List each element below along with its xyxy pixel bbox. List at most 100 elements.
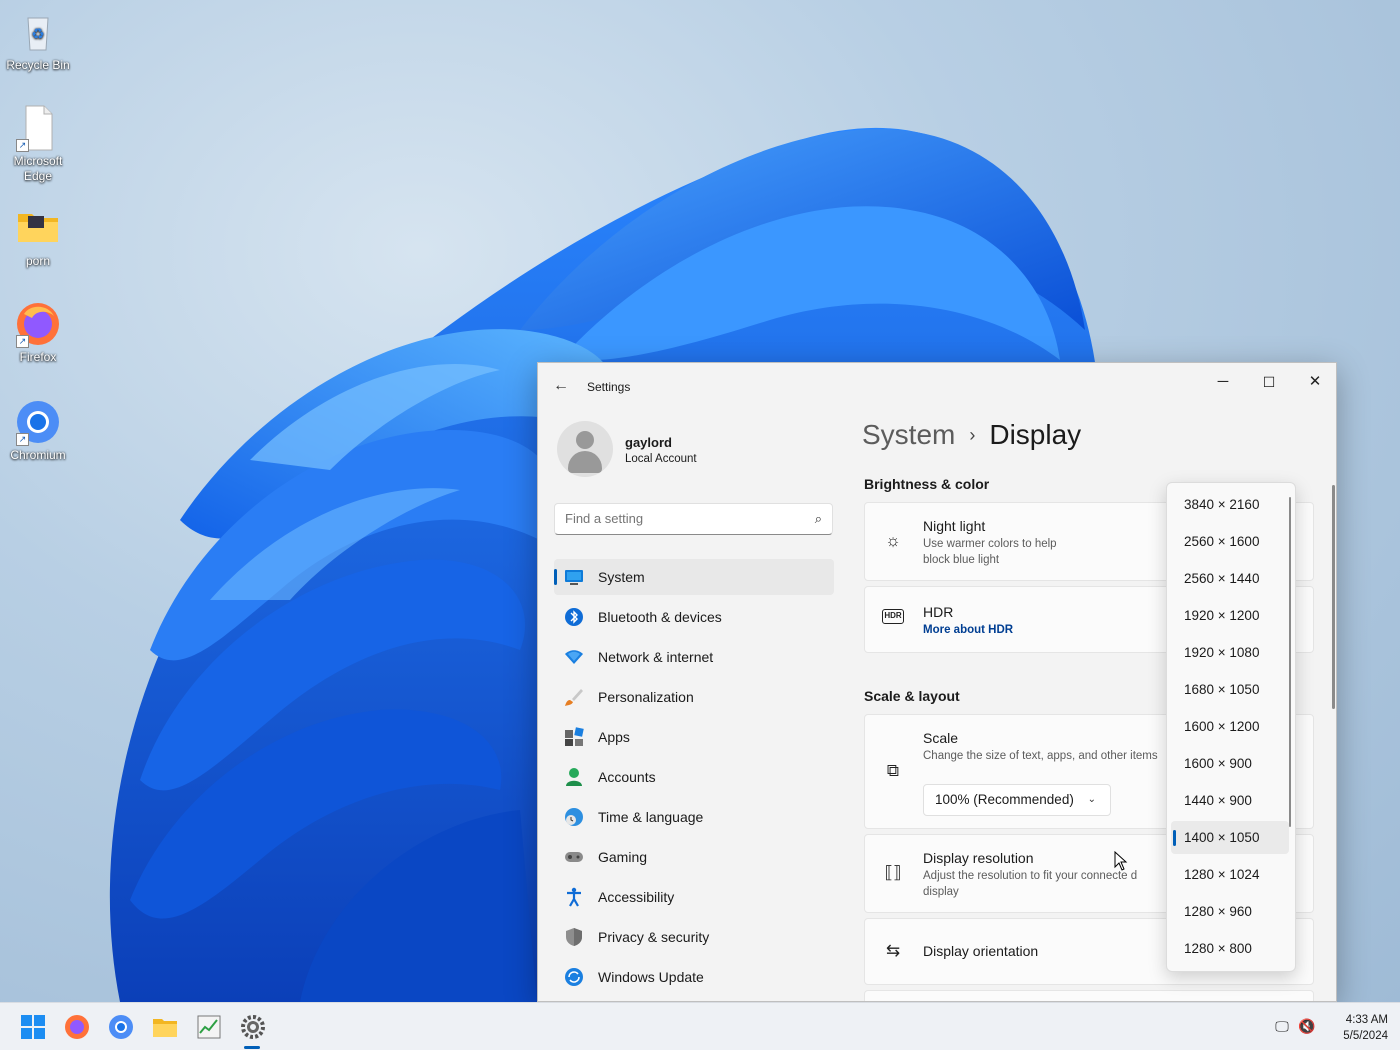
start-icon[interactable] — [19, 1013, 47, 1041]
more-about-hdr-link[interactable]: More about HDR — [923, 624, 1013, 636]
svg-text:♻: ♻ — [31, 25, 44, 43]
title-bar[interactable]: ← Settings ─ ☐ ✕ — [538, 363, 1336, 411]
mouse-cursor-icon — [1114, 851, 1128, 871]
chromium-icon[interactable] — [107, 1013, 135, 1041]
scrollbar[interactable] — [1332, 485, 1335, 709]
sidebar-item-personalization[interactable]: Personalization — [554, 679, 834, 715]
network-monitor-icon[interactable]: 🖵 — [1272, 1018, 1292, 1036]
search-box[interactable]: ⌕ — [554, 503, 833, 535]
sidebar-item-label: Personalization — [598, 689, 694, 705]
breadcrumb-parent[interactable]: System — [862, 419, 955, 450]
taskbar: 🖵 🔇 4:33 AM 5/5/2024 — [0, 1002, 1400, 1050]
clock-date: 5/5/2024 — [1343, 1030, 1388, 1042]
page-title: Display — [989, 419, 1082, 450]
night-light-subtitle: Use warmer colors to help block blue lig… — [923, 538, 1057, 566]
sidebar-item-label: Bluetooth & devices — [598, 609, 722, 625]
wifi-icon — [564, 647, 584, 667]
sidebar-item-windows-update[interactable]: Windows Update — [554, 959, 834, 995]
file-explorer-icon[interactable] — [151, 1013, 179, 1041]
resolution-option-selected[interactable]: 1400 × 1050 — [1171, 821, 1289, 854]
resolution-option[interactable]: 1920 × 1200 — [1171, 599, 1289, 632]
avatar[interactable] — [557, 421, 613, 477]
resolution-option[interactable]: 1280 × 960 — [1171, 895, 1289, 928]
desktop-icon-label: Chromium — [10, 448, 66, 462]
sidebar-item-label: System — [598, 569, 645, 585]
brush-icon — [564, 687, 584, 707]
search-input[interactable] — [565, 511, 795, 526]
firefox-icon[interactable] — [63, 1013, 91, 1041]
search-icon[interactable]: ⌕ — [815, 511, 822, 527]
resolution-option[interactable]: 1600 × 900 — [1171, 747, 1289, 780]
update-icon — [564, 967, 584, 987]
resolution-option[interactable]: 1920 × 1080 — [1171, 636, 1289, 669]
desktop-icon-porn[interactable]: porn — [0, 204, 76, 269]
scale-icon: ⧉ — [886, 761, 900, 780]
section-heading-scale-layout: Scale & layout — [864, 688, 960, 704]
speaker-muted-icon[interactable]: 🔇 — [1297, 1018, 1317, 1036]
night-light-title: Night light — [923, 518, 986, 534]
account-type: Local Account — [625, 453, 697, 465]
apps-icon — [564, 727, 584, 747]
hdr-title: HDR — [923, 604, 954, 620]
gamepad-icon — [564, 847, 584, 867]
sidebar-item-gaming[interactable]: Gaming — [554, 839, 834, 875]
desktop-icon-firefox[interactable]: ↗ Firefox — [0, 300, 76, 365]
sidebar-item-bluetooth[interactable]: Bluetooth & devices — [554, 599, 834, 635]
sidebar-item-apps[interactable]: Apps — [554, 719, 834, 755]
resolution-option[interactable]: 1440 × 900 — [1171, 784, 1289, 817]
sidebar-item-time-language[interactable]: Time & language — [554, 799, 834, 835]
sidebar-item-system[interactable]: System — [554, 559, 834, 595]
desktop-icon-recycle-bin[interactable]: ♻ Recycle Bin — [0, 8, 76, 73]
shortcut-arrow-icon: ↗ — [16, 139, 29, 152]
sidebar-item-label: Privacy & security — [598, 929, 710, 945]
monitor-icon — [564, 567, 584, 587]
display-resolution-subtitle: Adjust the resolution to fit your connec… — [923, 870, 1138, 898]
sidebar-item-accounts[interactable]: Accounts — [554, 759, 834, 795]
resolution-option[interactable]: 2560 × 1600 — [1171, 525, 1289, 558]
resolution-option[interactable]: 1280 × 800 — [1171, 932, 1289, 965]
taskbar-clock[interactable]: 4:33 AM 5/5/2024 — [1328, 1012, 1388, 1044]
back-arrow-icon[interactable]: ← — [550, 375, 572, 397]
accessibility-icon — [564, 887, 584, 907]
sidebar-item-privacy[interactable]: Privacy & security — [554, 919, 834, 955]
scale-dropdown[interactable]: 100% (Recommended) ⌄ — [923, 784, 1111, 816]
sidebar-item-label: Network & internet — [598, 649, 714, 665]
sidebar-nav: System Bluetooth & devices Network & int… — [554, 559, 834, 999]
maximize-button[interactable]: ☐ — [1246, 367, 1292, 399]
sidebar-item-label: Accounts — [598, 769, 656, 785]
chevron-down-icon: ⌄ — [1087, 794, 1096, 805]
list-scrollbar[interactable] — [1289, 497, 1291, 827]
resolution-option[interactable]: 2560 × 1440 — [1171, 562, 1289, 595]
window-title: Settings — [587, 380, 631, 394]
desktop-icon-label: Firefox — [19, 350, 57, 364]
next-card[interactable] — [864, 990, 1314, 1001]
orientation-icon: ⇆ — [885, 941, 901, 960]
desktop-icon-label: Microsoft Edge — [13, 154, 63, 183]
shield-icon — [564, 927, 584, 947]
recycle-bin-icon: ♻ — [14, 8, 62, 56]
shortcut-arrow-icon: ↗ — [16, 335, 29, 348]
close-button[interactable]: ✕ — [1292, 367, 1336, 399]
scale-dropdown-value: 100% (Recommended) — [935, 792, 1074, 807]
minimize-button[interactable]: ─ — [1200, 367, 1246, 399]
settings-gear-icon[interactable] — [239, 1013, 267, 1041]
resolution-option[interactable]: 1680 × 1050 — [1171, 673, 1289, 706]
chevron-right-icon: › — [969, 425, 976, 445]
bluetooth-icon — [564, 607, 584, 627]
scale-title: Scale — [923, 730, 959, 746]
sidebar-item-label: Windows Update — [598, 969, 704, 985]
night-light-icon: ☼ — [885, 531, 901, 550]
resolution-option[interactable]: 1280 × 1024 — [1171, 858, 1289, 891]
resolution-option[interactable]: 3840 × 2160 — [1171, 488, 1289, 521]
desktop-icon-chromium[interactable]: ↗ Chromium — [0, 398, 76, 463]
task-manager-icon[interactable] — [195, 1013, 223, 1041]
section-heading-brightness: Brightness & color — [864, 476, 990, 492]
sidebar-item-accessibility[interactable]: Accessibility — [554, 879, 834, 915]
person-icon — [564, 767, 584, 787]
desktop-icon-microsoft-edge[interactable]: ↗ Microsoft Edge — [0, 104, 76, 184]
resolution-option[interactable]: 1600 × 1200 — [1171, 710, 1289, 743]
sidebar-item-network[interactable]: Network & internet — [554, 639, 834, 675]
active-app-indicator — [244, 1046, 260, 1049]
firefox-icon: ↗ — [14, 300, 62, 348]
user-name: gaylord — [625, 435, 672, 450]
